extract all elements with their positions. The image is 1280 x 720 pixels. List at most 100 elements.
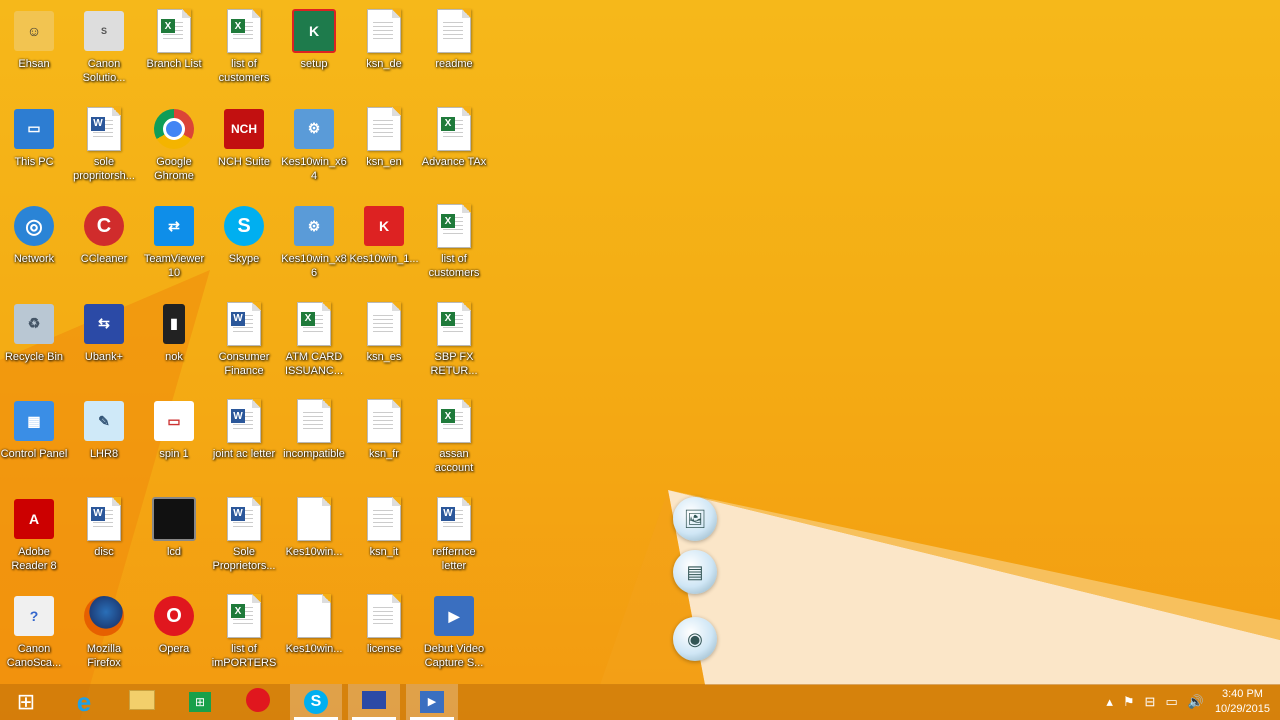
desktop-icon[interactable]: ksn_de [349,8,419,71]
debut-video-icon: ▶ [420,691,444,713]
taskbar-button[interactable]: ▶ [406,684,458,720]
desktop-icon[interactable]: ksn_en [349,106,419,169]
desktop-icon-label: CCleaner [80,253,128,265]
desktop-icon[interactable]: K Kes10win_1... [349,203,419,266]
text-file-icon [361,106,407,152]
desktop-icon[interactable]: ✎ LHR8 [69,398,139,461]
image-file-icon: ▭ [151,398,197,444]
taskbar-button[interactable]: ⊞ [174,684,226,720]
desktop-icon[interactable]: Xlist of customers [209,8,279,85]
taskbar-button[interactable] [116,684,168,720]
desktop-icon[interactable]: ⇄ TeamViewer 10 [139,203,209,280]
desktop-icon[interactable]: W Consumer Finance [209,301,279,378]
taskbar-button[interactable] [348,684,400,720]
desktop-icon[interactable]: C CCleaner [69,203,139,266]
desktop-icon[interactable]: X Branch List [139,8,209,71]
desktop-icon[interactable]: X Advance TAx [419,106,489,169]
desktop-icon[interactable]: O Opera [139,593,209,656]
desktop-icon[interactable]: ⚙ Kes10win_x64 [279,106,349,183]
word-file-icon: W [221,398,267,444]
desktop-icon[interactable]: W Sole Proprietors... [209,496,279,573]
desktop-icon[interactable]: Wjoint ac letter [209,398,279,461]
ccleaner-icon: C [81,203,127,249]
taskbar-button[interactable]: S [290,684,342,720]
desktop-icon-label: Control Panel [0,448,68,460]
desktop-icon[interactable]: ⚙ Kes10win_x86 [279,203,349,280]
desktop-icon[interactable]: S Canon Solutio... [69,8,139,85]
desktop-icon-label: Advance TAx [421,155,487,168]
skype-icon: S [304,690,328,714]
notepad-icon: ✎ [81,398,127,444]
floating-gadget-2[interactable]: ▤ [673,550,717,594]
desktop-icon[interactable]: Xlist of customers [419,203,489,280]
desktop-icon[interactable]: X SBP FX RETUR... [419,301,489,378]
firefox-icon [81,593,127,639]
desktop-icon-label: ksn_en [366,155,402,168]
floating-gadget-3[interactable]: ◉ [673,617,717,661]
power-tray-icon[interactable]: ▭ [1165,694,1177,710]
clock[interactable]: 3:40 PM 10/29/2015 [1215,687,1270,717]
taskbar-button[interactable] [232,684,284,720]
desktop-icon-label: Ehsan [18,58,50,70]
desktop-icon[interactable]: ☺ Ehsan [0,8,69,71]
desktop-icon[interactable]: incompatible [279,398,349,461]
excel-file-icon: X [221,8,267,54]
desktop-icon[interactable]: Wdisc [69,496,139,559]
desktop-icon[interactable]: S Skype [209,203,279,266]
desktop-icon[interactable]: X ATM CARD ISSUANC... [279,301,349,378]
taskbar-button[interactable]: ⊞ [0,684,52,720]
desktop-icon[interactable]: Xassan account [419,398,489,475]
desktop-icon[interactable]: readme [419,8,489,71]
clock-date: 10/29/2015 [1214,703,1270,715]
desktop-icon[interactable]: ▭ spin 1 [139,398,209,461]
desktop-icon[interactable]: ▶ Debut Video Capture S... [419,593,489,670]
desktop-icon[interactable]: ksn_es [349,301,419,364]
desktop-icon[interactable]: Xlist of imPORTERS [209,593,279,670]
desktop-icon[interactable]: ksn_it [349,496,419,559]
desktop-icon[interactable]: ♻ Recycle Bin [0,301,69,364]
desktop-icon[interactable]: Google Ghrome [139,106,209,183]
desktop-icon-label: disc [94,545,114,558]
desktop-icon[interactable]: lcd [139,496,209,559]
desktop-icon-label: Network [13,253,55,265]
show-hidden-icons-icon[interactable]: ▴ [1106,694,1113,710]
recycle-bin-icon: ♻ [11,301,57,347]
desktop-icon[interactable]: ▮ nok [139,301,209,364]
network-icon: ◎ [11,203,57,249]
action-center-flag-icon[interactable]: ⚑ [1123,694,1135,710]
debut-video-icon: ▶ [431,593,477,639]
desktop-icon-label: sole propritorsh... [73,155,135,182]
desktop-icon-label: ksn_it [369,545,399,558]
taskbar-button[interactable]: e [58,684,110,720]
excel-file-icon: X [431,301,477,347]
desktop-icon[interactable]: ◎ Network [0,203,69,266]
network-tray-icon[interactable]: ⊟ [1145,694,1156,710]
remote-desktop-icon [362,690,386,714]
desktop-icon[interactable]: Kes10win... [279,593,349,656]
desktop-icon-label: This PC [14,155,54,168]
desktop-icon[interactable]: license [349,593,419,656]
desktop-icon[interactable]: ▭ This PC [0,106,69,169]
desktop-icon[interactable]: Mozilla Firefox [69,593,139,670]
desktop-icon[interactable]: A Adobe Reader 8 [0,496,69,573]
desktop-icon-label: Kes10win_x86 [281,253,347,279]
desktop-icon-label: lcd [166,545,182,558]
kaspersky-icon: K [361,203,407,249]
volume-icon[interactable]: 🔊 [1188,694,1204,710]
desktop-icon[interactable]: NCH NCH Suite [209,106,279,169]
desktop-icon[interactable]: ksn_fr [349,398,419,461]
adobe-reader-icon: A [11,496,57,542]
desktop-icon[interactable]: ⇆ Ubank+ [69,301,139,364]
desktop-icon[interactable]: Kes10win... [279,496,349,559]
desktop-icon[interactable]: Ksetup [279,8,349,71]
desktop-icon-label: joint ac letter [212,448,276,460]
desktop-icon-label: Adobe Reader 8 [11,545,57,572]
floating-gadget-1[interactable]: 🖼 [673,497,717,541]
blank-file-icon [291,593,337,639]
desktop-icon[interactable]: ▦ Control Panel [0,398,69,461]
desktop-icon[interactable]: Wreffernce letter [419,496,489,573]
desktop-icon[interactable]: ? Canon CanoSca... [0,593,69,670]
desktop-icon[interactable]: Wsole propritorsh... [69,106,139,183]
desktop-icon-label: setup [300,58,328,70]
desktop-icon-label: SBP FX RETUR... [430,350,478,377]
